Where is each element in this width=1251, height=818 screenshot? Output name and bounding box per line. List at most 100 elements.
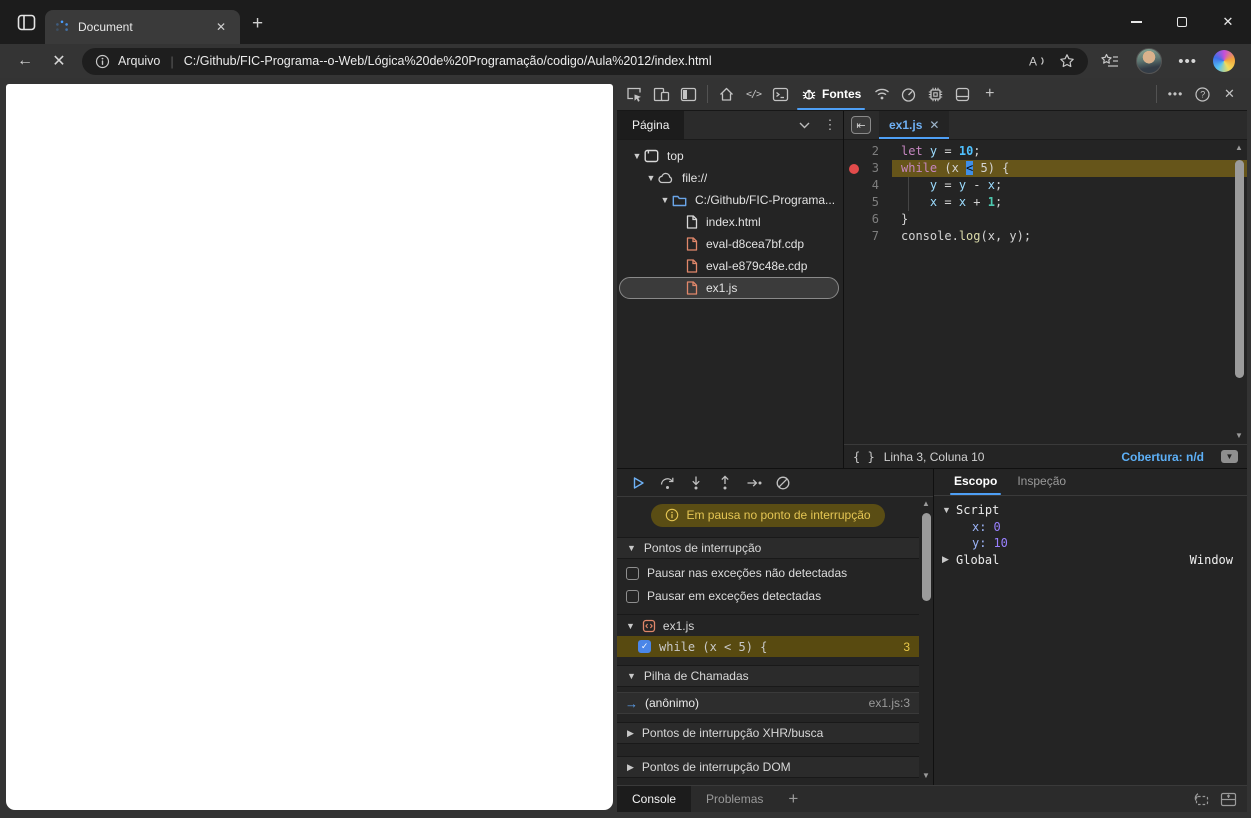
kebab-menu-icon[interactable]: ⋮ <box>817 111 843 139</box>
scroll-down-icon[interactable]: ▼ <box>1235 431 1243 441</box>
step-into-icon[interactable] <box>686 473 706 493</box>
tree-item-ex1-js[interactable]: ex1.js <box>617 277 843 299</box>
tree-item-top[interactable]: ▼ top <box>617 145 843 167</box>
editor-scrollbar[interactable]: ▲ ▼ <box>1233 143 1245 441</box>
code-line-7[interactable]: 7 console.log(x, y); <box>844 228 1247 245</box>
editor-tab-ex1js[interactable]: ex1.js ✕ <box>879 111 950 139</box>
pause-uncaught-exceptions-row[interactable]: Pausar nas exceções não detectadas <box>617 564 919 582</box>
code-line-3[interactable]: 3 while (x < 5) { <box>844 160 1247 177</box>
inspect-icon[interactable] <box>621 78 648 110</box>
scope-var-x[interactable]: x: 0 <box>934 519 1247 536</box>
device-emulation-icon[interactable] <box>648 78 675 110</box>
memory-icon[interactable] <box>922 78 949 110</box>
maximize-button[interactable] <box>1159 0 1205 44</box>
line-number[interactable]: 7 <box>844 228 892 245</box>
scroll-up-icon[interactable]: ▲ <box>922 499 930 509</box>
coverage-link[interactable]: Cobertura: n/d <box>1121 450 1204 464</box>
code-line-4[interactable]: 4 y = y - x; <box>844 177 1247 194</box>
tree-item-c-github-fic-programa-[interactable]: ▼ C:/Github/FIC-Programa... <box>617 189 843 211</box>
scope-group-script[interactable]: ▼ Script <box>934 502 1247 519</box>
application-icon[interactable] <box>949 78 976 110</box>
performance-icon[interactable] <box>895 78 922 110</box>
checkbox-unchecked[interactable] <box>626 589 639 603</box>
page-content[interactable] <box>6 84 613 810</box>
home-icon[interactable] <box>713 78 740 110</box>
breakpoint-entry[interactable]: ✓ while (x < 5) { 3 <box>617 636 919 657</box>
debugger-scrollbar[interactable]: ▲ ▼ <box>920 499 932 781</box>
code-editor[interactable]: 2 let y = 10; 3 while (x < 5) {4 y = y - x;… <box>844 140 1247 444</box>
triangle-expanded-icon[interactable]: ▼ <box>658 195 672 205</box>
checkbox-unchecked[interactable] <box>626 566 639 580</box>
section-xhr-breakpoints[interactable]: ▶ Pontos de interrupção XHR/busca <box>617 722 919 744</box>
help-icon[interactable]: ? <box>1189 78 1216 110</box>
step-out-icon[interactable] <box>715 473 735 493</box>
checkbox-checked[interactable]: ✓ <box>638 640 651 653</box>
chevron-down-icon[interactable] <box>791 111 817 139</box>
console-panel-icon[interactable] <box>767 78 794 110</box>
close-button[interactable]: ✕ <box>1205 0 1251 44</box>
breakpoint-dot-icon[interactable] <box>849 163 859 174</box>
more-options-icon[interactable]: ••• <box>1162 78 1189 110</box>
tab-page[interactable]: Página <box>617 111 685 139</box>
new-tab-button[interactable]: + <box>252 14 263 33</box>
minimize-button[interactable] <box>1113 0 1159 44</box>
navigator-toggle-icon[interactable]: ⇤ <box>851 116 871 134</box>
resume-icon[interactable] <box>628 473 648 493</box>
code-line-6[interactable]: 6} <box>844 211 1247 228</box>
tab-problems[interactable]: Problemas <box>691 786 778 812</box>
line-number[interactable]: 2 <box>844 143 892 160</box>
step-icon[interactable] <box>744 473 764 493</box>
favorites-bar-icon[interactable] <box>1100 52 1120 70</box>
scroll-down-icon[interactable]: ▼ <box>922 771 930 781</box>
code-line-5[interactable]: 5 x = x + 1; <box>844 194 1247 211</box>
code-line-2[interactable]: 2 let y = 10; <box>844 143 1247 160</box>
scope-var-y[interactable]: y: 10 <box>934 535 1247 552</box>
editor-tab-close-icon[interactable]: ✕ <box>929 118 939 132</box>
add-tools-icon[interactable]: + <box>976 78 1003 110</box>
tree-item-eval-e879c48e-cdp[interactable]: eval-e879c48e.cdp <box>617 255 843 277</box>
pretty-print-icon[interactable]: { } <box>853 450 875 464</box>
copilot-icon[interactable] <box>1213 50 1235 72</box>
tree-item-file-[interactable]: ▼ file:// <box>617 167 843 189</box>
section-breakpoints[interactable]: ▼ Pontos de interrupção <box>617 537 919 559</box>
tree-item-eval-d8cea7bf-cdp[interactable]: eval-d8cea7bf.cdp <box>617 233 843 255</box>
pause-caught-exceptions-row[interactable]: Pausar em exceções detectadas <box>617 587 919 605</box>
vertical-tabs-icon[interactable] <box>14 10 38 34</box>
tab-close-icon[interactable]: ✕ <box>212 18 230 36</box>
info-icon[interactable] <box>95 54 110 69</box>
address-url[interactable]: C:/Github/FIC-Programa--o-Web/Lógica%20d… <box>184 54 1015 68</box>
line-number[interactable]: 3 <box>844 160 892 177</box>
tab-console[interactable]: Console <box>617 786 692 812</box>
scrollbar-thumb[interactable] <box>1234 160 1244 378</box>
triangle-expanded-icon[interactable]: ▼ <box>644 173 658 183</box>
dock-side-icon[interactable] <box>675 78 702 110</box>
tree-item-index-html[interactable]: index.html <box>617 211 843 233</box>
scrollbar-thumb[interactable] <box>921 513 931 601</box>
step-over-icon[interactable] <box>657 473 677 493</box>
line-number[interactable]: 4 <box>844 177 892 194</box>
tab-sources[interactable]: Fontes <box>794 78 868 110</box>
expand-panel-icon[interactable] <box>1220 792 1237 807</box>
address-bar[interactable]: Arquivo | C:/Github/FIC-Programa--o-Web/… <box>82 47 1089 75</box>
deactivate-breakpoints-icon[interactable] <box>773 473 793 493</box>
line-number[interactable]: 6 <box>844 211 892 228</box>
favorite-star-icon[interactable] <box>1059 53 1075 69</box>
callstack-frame[interactable]: → (anônimo) ex1.js:3 <box>617 692 919 714</box>
section-dom-breakpoints[interactable]: ▶ Pontos de interrupção DOM <box>617 756 919 778</box>
add-drawer-tab-icon[interactable]: + <box>788 789 798 809</box>
settings-ellipsis-icon[interactable]: ••• <box>1178 53 1197 70</box>
back-icon[interactable]: ← <box>12 48 38 74</box>
browser-tab[interactable]: Document ✕ <box>45 10 240 44</box>
scope-group-global[interactable]: ▶ Global Window <box>934 552 1247 569</box>
tab-inspection[interactable]: Inspeção <box>1009 469 1074 495</box>
section-callstack[interactable]: ▼ Pilha de Chamadas <box>617 665 919 687</box>
breakpoint-file-group[interactable]: ▼ ex1.js <box>617 614 919 634</box>
elements-icon[interactable]: </> <box>740 78 767 110</box>
coverage-load-icon[interactable]: ▼ <box>1221 450 1238 463</box>
tab-scope[interactable]: Escopo <box>946 469 1005 495</box>
read-aloud-icon[interactable]: A <box>1027 53 1047 69</box>
scroll-up-icon[interactable]: ▲ <box>1235 143 1243 153</box>
profile-avatar[interactable] <box>1136 48 1163 74</box>
close-devtools-icon[interactable]: ✕ <box>1216 78 1243 110</box>
line-number[interactable]: 5 <box>844 194 892 211</box>
